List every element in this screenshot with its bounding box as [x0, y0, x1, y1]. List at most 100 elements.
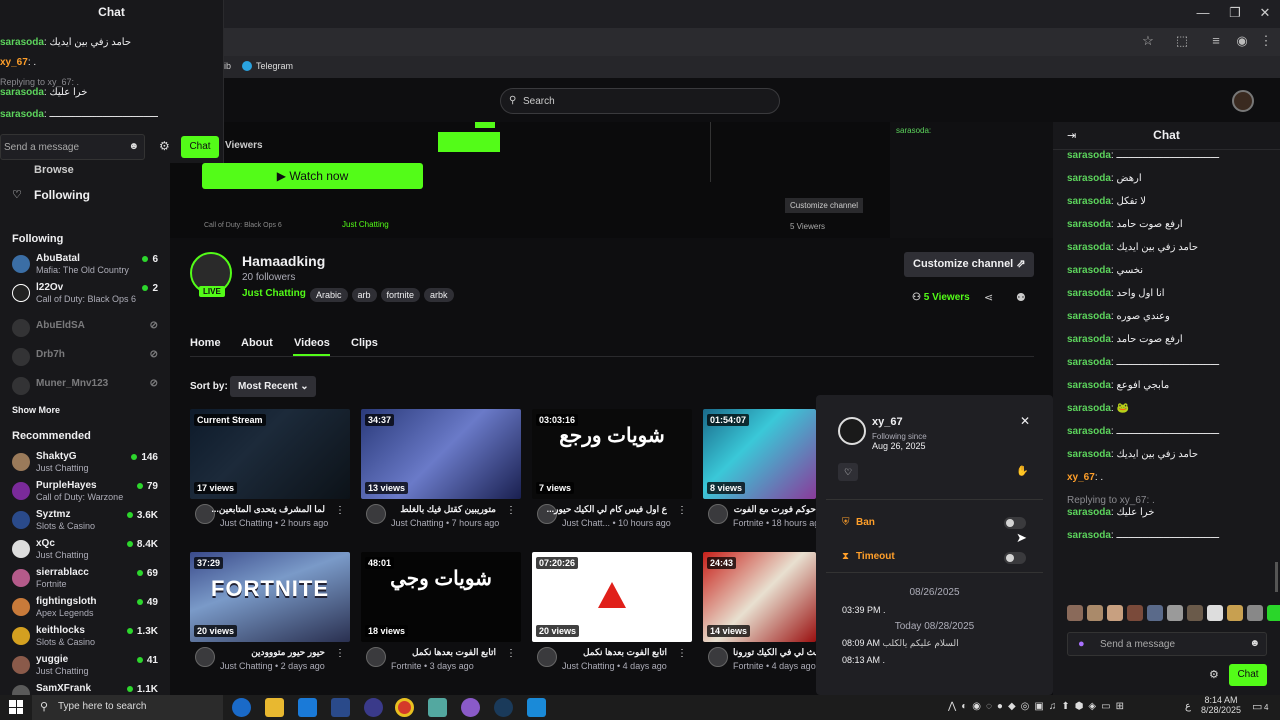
recommended-item[interactable]: xQc Just Chatting 8.4K [0, 537, 170, 566]
nav-following[interactable]: Following [34, 188, 90, 202]
user-menu-icon[interactable]: ⚉ [1016, 291, 1026, 304]
emote-icon[interactable] [1127, 605, 1143, 621]
emote-icon[interactable] [1067, 605, 1083, 621]
emote-icon[interactable] [1227, 605, 1243, 621]
settings-icon[interactable]: ⚙ [1209, 668, 1219, 681]
chat-username[interactable]: sarasoda [1067, 357, 1111, 368]
chat-message[interactable]: sarasoda: مابجي افوعع [1067, 380, 1267, 391]
chat-username[interactable]: sarasoda [1067, 530, 1111, 541]
popout-chat-input[interactable]: Send a message ☻ [0, 134, 145, 160]
system-tray-icons[interactable]: ⋀◐◉◌●◆◎▣♫⬆⬢◈▭⊞ [948, 701, 1129, 712]
video-title[interactable]: بث لي في الكيك تورونا [733, 647, 816, 658]
watch-now-button[interactable]: ▶ Watch now [202, 163, 423, 189]
kick-app-icon[interactable] [428, 698, 447, 717]
bookmark-telegram[interactable]: Telegram [256, 61, 293, 71]
video-title[interactable]: اتابع الفوت بعدها نكمل [537, 647, 667, 658]
following-item[interactable]: l22Ov Call of Duty: Black Ops 6 2 [0, 281, 170, 310]
more-options-icon[interactable]: ⋮ [335, 505, 345, 516]
chat-username[interactable]: sarasoda [1067, 265, 1111, 276]
windows-start-icon[interactable] [9, 700, 23, 714]
chat-message[interactable]: sarasoda: خرا عليك [1067, 507, 1267, 518]
tab-videos[interactable]: Videos [294, 337, 330, 349]
extensions-icon[interactable]: ⬚ [1174, 33, 1190, 49]
chat-username[interactable]: sarasoda [1067, 242, 1111, 253]
chat-message[interactable]: sarasoda: ارفع صوت حامد [1067, 219, 1267, 230]
emote-icon[interactable] [1167, 605, 1183, 621]
video-title[interactable]: حيور حيور متووودين [195, 647, 325, 658]
file-explorer-icon[interactable] [265, 698, 284, 717]
recommended-item[interactable]: Syztmz Slots & Casino 3.6K [0, 508, 170, 537]
video-title[interactable]: ...ع اول فيس كام لي الكيك حيور [537, 504, 667, 515]
more-options-icon[interactable]: ⋮ [335, 648, 345, 659]
chat-message[interactable]: sarasoda: لا تفكل [1067, 196, 1267, 207]
recommended-item[interactable]: ShaktyG Just Chatting 146 [0, 450, 170, 479]
tag[interactable]: Arabic [310, 288, 348, 302]
recommended-item[interactable]: PurpleHayes Call of Duty: Warzone 79 [0, 479, 170, 508]
emoji-icon[interactable]: ☻ [1249, 638, 1260, 649]
user-avatar[interactable] [1232, 90, 1254, 112]
mic-icon[interactable]: ● [1078, 638, 1085, 650]
recommended-item[interactable]: sierrablacc Fortnite 69 [0, 566, 170, 595]
chat-message[interactable]: sarasoda: ــــــــــــــــــــــــــــــ… [1067, 357, 1267, 368]
emote-icon[interactable] [1087, 605, 1103, 621]
chat-username[interactable]: sarasoda [1067, 449, 1111, 460]
chat-input[interactable]: ● Send a message ☻ [1067, 632, 1267, 656]
media-icon[interactable]: ≡ [1208, 33, 1224, 49]
chat-message[interactable]: sarasoda: ــــــــــــــــــــــــــــــ… [1067, 530, 1267, 541]
video-title[interactable]: ...لما المشرف يتحدى المتابعين [195, 504, 325, 515]
chat-message[interactable]: sarasoda: ــــــــــــــــــــــــــــــ… [1067, 426, 1267, 437]
app-icon[interactable] [364, 698, 383, 717]
chrome-icon[interactable] [395, 698, 414, 717]
taskbar-search[interactable]: ⚲ Type here to search [32, 695, 223, 720]
steam-icon[interactable] [494, 698, 513, 717]
following-item-offline[interactable]: Drb7h ⊘ [0, 345, 170, 374]
language-indicator[interactable]: ع [1185, 701, 1191, 712]
video-thumbnail[interactable]: Current Stream 17 views [190, 409, 350, 499]
follow-heart-button[interactable]: ♡ [838, 463, 858, 481]
video-title[interactable]: متوريبين كقتل فيك بالغلط [366, 504, 496, 515]
chat-username[interactable]: sarasoda [1067, 403, 1111, 414]
recommended-item[interactable]: keithlocks Slots & Casino 1.3K [0, 624, 170, 653]
video-thumbnail[interactable]: FORTNITE 37:29 20 views [190, 552, 350, 642]
customize-channel-button[interactable]: Customize channel ⇗ [904, 252, 1034, 277]
chat-message[interactable]: sarasoda: وعندي صوره [1067, 311, 1267, 322]
show-more-link[interactable]: Show More [12, 405, 60, 415]
emote-icon[interactable] [1267, 605, 1280, 621]
chat-username[interactable]: sarasoda [1067, 380, 1111, 391]
edge-icon[interactable] [232, 698, 251, 717]
minimize-icon[interactable]: — [1196, 6, 1210, 20]
chat-message[interactable]: sarasoda: انا اول واحد [1067, 288, 1267, 299]
emote-icon[interactable] [1247, 605, 1263, 621]
chat-message[interactable]: sarasoda: نخسي [1067, 265, 1267, 276]
mail-icon[interactable] [298, 698, 317, 717]
chat-username[interactable]: sarasoda [1067, 196, 1111, 207]
chat-username[interactable]: sarasoda [1067, 173, 1111, 184]
chat-message[interactable]: sarasoda: 🐸 [1067, 403, 1267, 414]
chat-username[interactable]: sarasoda [1067, 219, 1111, 230]
emote-icon[interactable] [1147, 605, 1163, 621]
recommended-item[interactable]: yuggie Just Chatting 41 [0, 653, 170, 682]
notification-icon[interactable]: ▭ [1252, 700, 1262, 713]
chat-message[interactable]: xy_67: . [1067, 472, 1267, 483]
clock[interactable]: 8:14 AM 8/28/2025 [1196, 695, 1246, 715]
chat-username[interactable]: sarasoda [1067, 288, 1111, 299]
app-icon-2[interactable] [461, 698, 480, 717]
chat-username[interactable]: sarasoda [1067, 334, 1111, 345]
chat-username[interactable]: sarasoda [1067, 311, 1111, 322]
tab-about[interactable]: About [241, 337, 273, 349]
close-icon[interactable]: ✕ [1020, 414, 1030, 428]
chat-username[interactable]: sarasoda [1067, 426, 1111, 437]
chat-username[interactable]: xy_67 [1067, 472, 1095, 483]
video-title[interactable]: اتابع الفوت بعدها نكمل [366, 647, 496, 658]
star-icon[interactable]: ☆ [1140, 33, 1156, 49]
chat-scrollbar[interactable] [1275, 562, 1278, 592]
emote-icon[interactable] [1187, 605, 1203, 621]
maximize-icon[interactable]: ❐ [1228, 6, 1242, 20]
share-icon[interactable]: ⋖ [984, 291, 993, 304]
video-thumbnail[interactable]: 07:20:26 20 views [532, 552, 692, 642]
menu-icon[interactable]: ⋮ [1258, 33, 1274, 49]
tab-clips[interactable]: Clips [351, 337, 378, 349]
chat-message[interactable]: sarasoda: ارهض [1067, 173, 1267, 184]
video-thumbnail[interactable]: 34:37 13 views [361, 409, 521, 499]
timeout-toggle[interactable] [1004, 552, 1026, 564]
